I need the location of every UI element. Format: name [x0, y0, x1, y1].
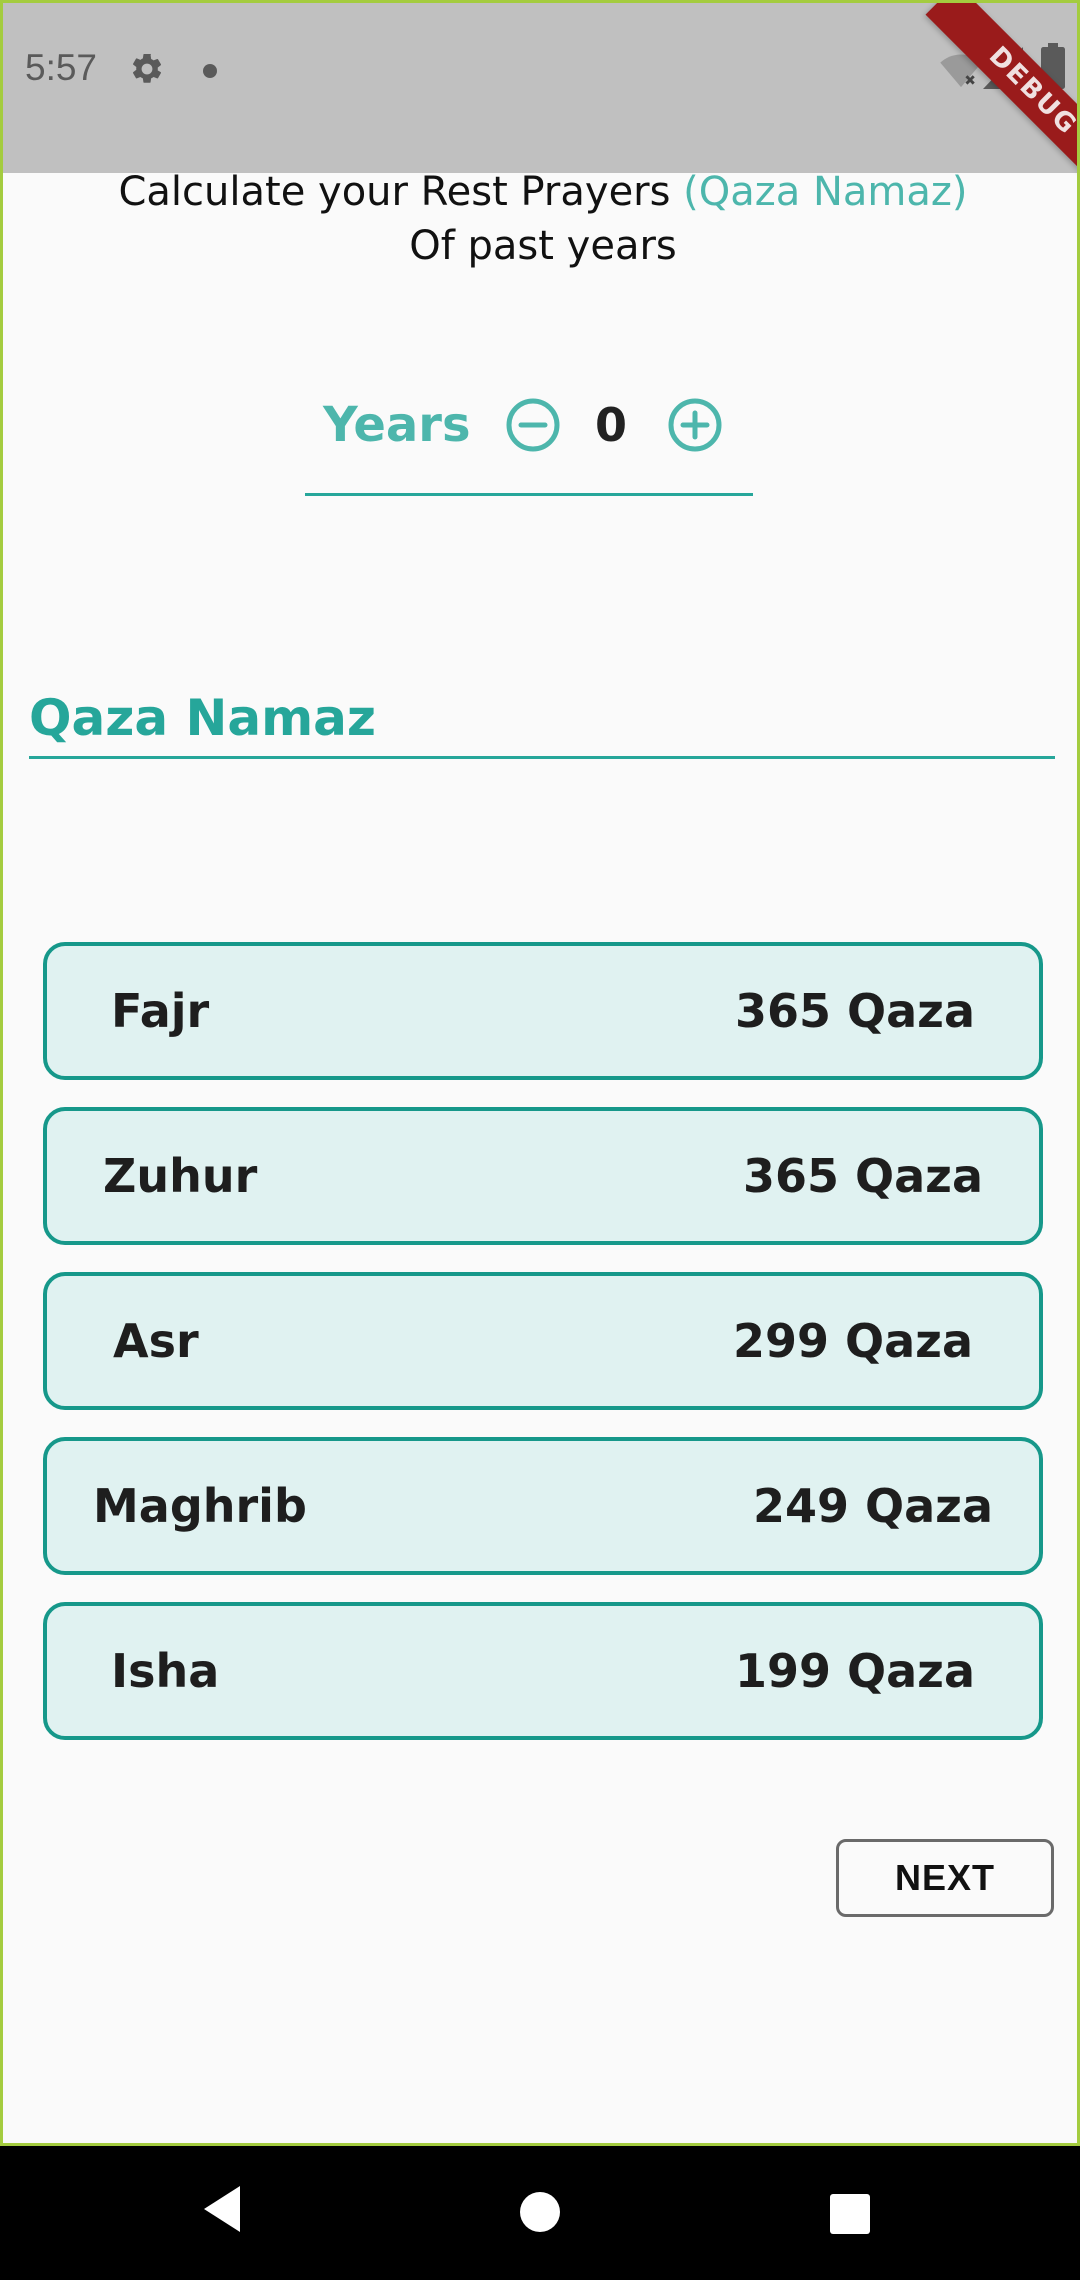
minus-circle-icon[interactable] — [505, 397, 561, 457]
plus-circle-icon[interactable] — [667, 397, 723, 457]
prayer-card-fajr: Fajr 365 Qaza — [43, 942, 1043, 1080]
prayer-card-maghrib: Maghrib 249 Qaza — [43, 1437, 1043, 1575]
heading-accent-text: (Qaza Namaz) — [683, 169, 968, 215]
years-value: 0 — [594, 398, 627, 452]
prayer-name: Maghrib — [93, 1479, 307, 1533]
section-divider — [29, 756, 1055, 759]
section-title: Qaza Namaz — [29, 689, 377, 747]
prayer-name: Isha — [111, 1644, 220, 1698]
next-button[interactable]: NEXT — [836, 1839, 1054, 1917]
home-icon[interactable] — [518, 2190, 562, 2238]
years-label: Years — [323, 397, 471, 453]
prayer-count: 249 Qaza — [753, 1479, 993, 1533]
prayer-name: Fajr — [111, 984, 210, 1038]
prayer-card-isha: Isha 199 Qaza — [43, 1602, 1043, 1740]
prayer-card-asr: Asr 299 Qaza — [43, 1272, 1043, 1410]
prayer-count: 365 Qaza — [743, 1149, 983, 1203]
years-stepper: Years 0 — [305, 393, 753, 496]
status-time: 5:57 — [25, 47, 98, 88]
status-bar: 5:57 — [3, 3, 1077, 173]
app-screen: 5:57 DEBUG Calculate your Rest Prayers (… — [0, 0, 1080, 2146]
navigation-bar — [0, 2146, 1080, 2280]
page-heading: Calculate your Rest Prayers (Qaza Namaz) — [3, 169, 1077, 215]
back-icon[interactable] — [200, 2182, 244, 2240]
prayer-name: Zuhur — [103, 1149, 258, 1203]
prayer-card-zuhur: Zuhur 365 Qaza — [43, 1107, 1043, 1245]
prayer-name: Asr — [113, 1314, 199, 1368]
gear-icon — [129, 51, 165, 91]
prayer-count: 365 Qaza — [735, 984, 975, 1038]
notification-dot-icon — [203, 64, 217, 78]
heading-text: Calculate your Rest Prayers — [118, 169, 684, 215]
prayer-count: 199 Qaza — [735, 1644, 975, 1698]
recents-icon[interactable] — [828, 2192, 872, 2240]
page-subheading: Of past years — [409, 223, 677, 269]
prayer-count: 299 Qaza — [733, 1314, 973, 1368]
